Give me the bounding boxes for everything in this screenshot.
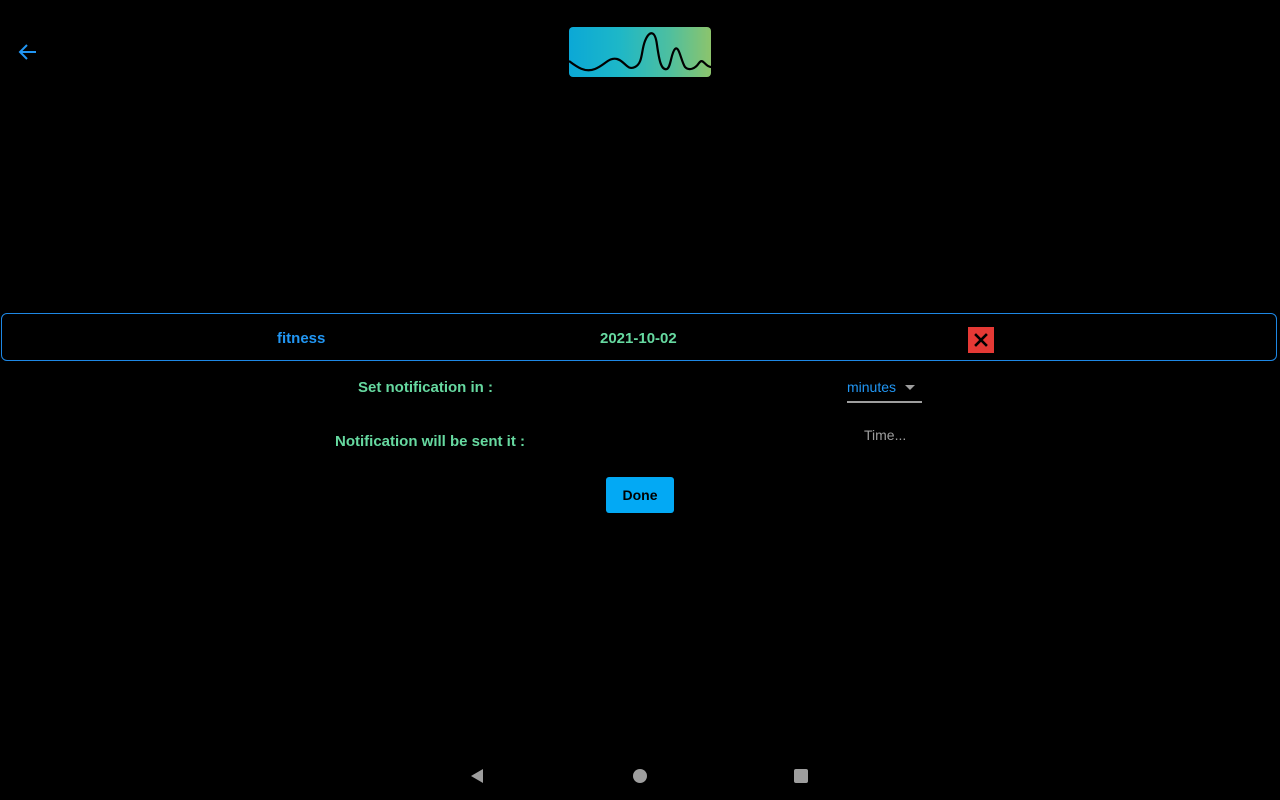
triangle-back-icon xyxy=(471,769,483,783)
system-back-button[interactable] xyxy=(467,766,487,786)
time-unit-value: minutes xyxy=(847,379,897,395)
system-recents-button[interactable] xyxy=(791,766,811,786)
notification-sent-label: Notification will be sent it : xyxy=(335,433,526,450)
set-notification-label: Set notification in : xyxy=(358,379,493,396)
square-recents-icon xyxy=(794,769,808,783)
dropdown-caret-icon xyxy=(905,385,915,390)
back-button[interactable] xyxy=(14,38,42,66)
close-icon xyxy=(974,333,988,347)
delete-button[interactable] xyxy=(968,327,994,353)
time-unit-dropdown[interactable]: minutes xyxy=(847,376,922,403)
reminder-entry-row: fitness 2021-10-02 xyxy=(1,313,1277,361)
system-navigation-bar xyxy=(0,752,1280,800)
entry-category[interactable]: fitness xyxy=(277,330,325,347)
app-logo xyxy=(569,27,711,77)
waveform-logo-icon xyxy=(569,32,711,72)
circle-home-icon xyxy=(633,769,647,783)
screen: fitness 2021-10-02 Set notification in :… xyxy=(0,0,1280,800)
system-home-button[interactable] xyxy=(630,766,650,786)
time-input[interactable] xyxy=(858,422,944,448)
entry-date: 2021-10-02 xyxy=(600,330,677,347)
arrow-left-icon xyxy=(18,44,36,60)
done-button[interactable]: Done xyxy=(606,477,674,513)
